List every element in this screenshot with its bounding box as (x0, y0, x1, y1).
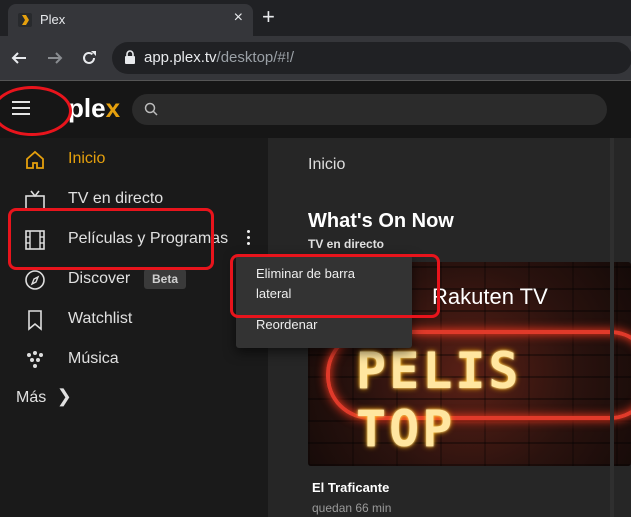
annotation-box-sidebar-item (8, 208, 214, 270)
compass-icon (25, 270, 45, 290)
sidebar-item-label: TV en directo (68, 190, 164, 207)
poster-brand: Rakuten TV (432, 284, 548, 309)
beta-badge: Beta (144, 269, 187, 289)
search-input[interactable] (132, 94, 607, 125)
tab-title: Plex (40, 12, 66, 27)
logo-text: ple (68, 93, 106, 123)
sidebar-item-inicio[interactable]: Inicio (0, 143, 268, 177)
more-options-icon[interactable] (246, 230, 252, 248)
sidebar-item-label: Música (68, 350, 119, 367)
sidebar-item-watchlist[interactable]: Watchlist (0, 303, 268, 337)
page-title: Inicio (308, 156, 346, 173)
sidebar-item-musica[interactable]: Música (0, 343, 268, 377)
plex-header: plex (0, 81, 631, 138)
back-arrow-icon[interactable] (10, 49, 28, 67)
annotation-box-menu-item (230, 254, 440, 318)
search-icon (144, 102, 158, 116)
music-icon (27, 351, 43, 368)
new-tab-button[interactable]: + (262, 4, 275, 30)
scrollbar[interactable] (610, 138, 614, 517)
section-subtitle: TV en directo (308, 237, 385, 251)
lock-icon (125, 50, 135, 64)
item-subtitle: quedan 66 min (312, 501, 392, 515)
bookmark-icon (28, 310, 42, 331)
tab-close-icon[interactable]: × (234, 9, 243, 27)
browser-tab[interactable]: Plex × (8, 4, 253, 36)
sidebar-item-label: Watchlist (68, 310, 133, 327)
more-link[interactable]: Más ❯ (16, 386, 72, 407)
sidebar-item-label: Discover (68, 270, 131, 287)
item-title[interactable]: El Traficante (312, 480, 389, 495)
menu-item-reorder[interactable]: Reordenar (256, 315, 317, 335)
plex-logo[interactable]: plex (68, 93, 120, 124)
browser-tab-bar: Plex × + (0, 0, 631, 36)
more-label: Más (16, 389, 47, 406)
url-text: app.plex.tv/desktop/#!/ (144, 49, 294, 66)
address-bar[interactable]: app.plex.tv/desktop/#!/ (112, 42, 631, 74)
url-path: /desktop/#!/ (216, 49, 295, 66)
home-icon (26, 150, 44, 169)
chevron-right-icon: ❯ (56, 386, 72, 406)
logo-accent: x (105, 93, 121, 123)
url-host: app.plex.tv (144, 49, 217, 66)
browser-toolbar: app.plex.tv/desktop/#!/ (0, 36, 631, 81)
forward-arrow-icon[interactable] (46, 49, 64, 67)
plex-favicon-icon (18, 13, 32, 27)
sidebar-item-label: Inicio (68, 150, 106, 167)
poster-title: PELIS TOP (356, 342, 522, 458)
section-title[interactable]: What's On Now (308, 210, 454, 233)
reload-icon[interactable] (80, 49, 98, 67)
